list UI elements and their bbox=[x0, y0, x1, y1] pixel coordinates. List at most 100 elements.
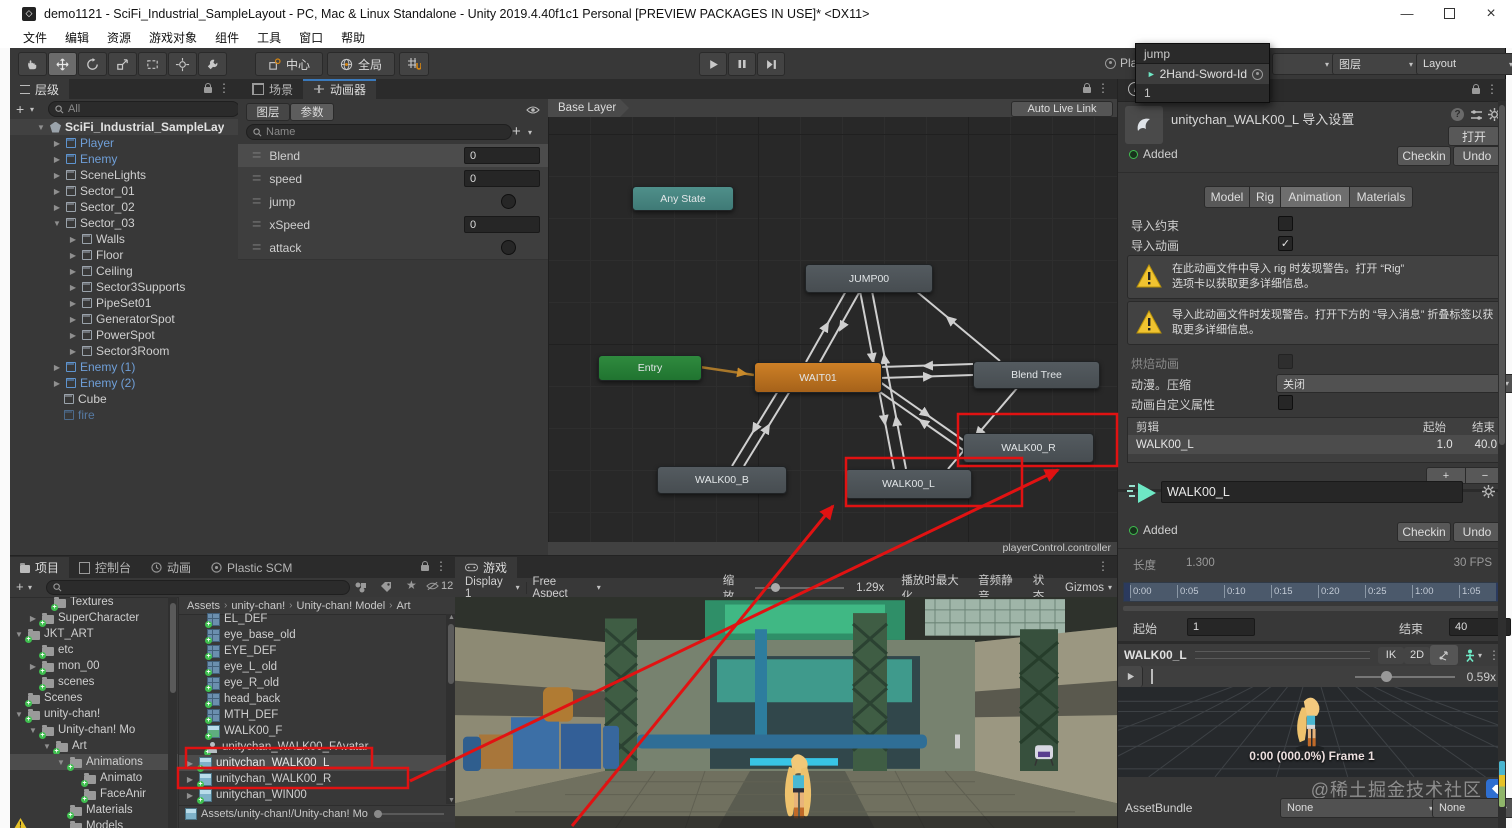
folder-row-scenes-sub[interactable]: + scenes bbox=[10, 674, 178, 691]
hidden-packages-count[interactable]: 12 bbox=[426, 580, 453, 592]
help-icon[interactable]: ? bbox=[1451, 108, 1464, 121]
tab-plastic-scm[interactable]: Plastic SCM bbox=[201, 557, 303, 578]
tab-console[interactable]: 控制台 bbox=[69, 557, 142, 578]
attack-trigger-radio[interactable] bbox=[501, 240, 516, 255]
tab-animation[interactable]: 动画 bbox=[141, 557, 202, 578]
checkin-button[interactable]: Checkin bbox=[1397, 146, 1451, 166]
hierarchy-row-scenelights[interactable]: ▶ SceneLights bbox=[10, 167, 238, 183]
menu-edit[interactable]: 编辑 bbox=[56, 29, 98, 46]
hidden-dropdown[interactable]: ▾ bbox=[1272, 53, 1336, 75]
step-button[interactable] bbox=[757, 52, 785, 76]
asset-row-eye-l-old[interactable]: + eye_L_old bbox=[179, 659, 455, 676]
preview-play-button[interactable] bbox=[1118, 666, 1143, 687]
space-toggle-button[interactable]: 全局 bbox=[327, 52, 395, 76]
breadcrumb-base-layer[interactable]: Base Layer bbox=[548, 99, 621, 117]
list-scrollbar[interactable]: ▲ ▼ bbox=[446, 614, 455, 804]
create-caret-icon[interactable]: ▾ bbox=[30, 105, 34, 114]
grid-snap-icon[interactable] bbox=[399, 52, 429, 76]
parameter-row[interactable]: = jump bbox=[238, 190, 548, 214]
presets-icon[interactable] bbox=[1470, 109, 1483, 121]
asset-row-eye-def[interactable]: + EYE_DEF bbox=[179, 643, 455, 660]
hierarchy-row-powerspot[interactable]: ▶ PowerSpot bbox=[10, 327, 238, 343]
folder-row-jkt-art[interactable]: ▼ + JKT_ART bbox=[10, 626, 178, 643]
tab-rig[interactable]: Rig bbox=[1250, 186, 1281, 208]
account-button[interactable]: Pla bbox=[1105, 56, 1137, 70]
display-dropdown[interactable]: Display 1 ▾ bbox=[455, 576, 526, 600]
auto-live-link-button[interactable]: Auto Live Link bbox=[1011, 100, 1113, 117]
scale-tool-icon[interactable] bbox=[108, 52, 137, 76]
filter-by-label-icon[interactable] bbox=[380, 581, 392, 593]
move-tool-icon[interactable] bbox=[48, 52, 77, 76]
hierarchy-row-floor[interactable]: ▶ Floor bbox=[10, 247, 238, 263]
checkin-button[interactable]: Checkin bbox=[1397, 522, 1451, 542]
maximize-button[interactable] bbox=[1428, 8, 1470, 19]
timeline-scrollbar[interactable] bbox=[1123, 606, 1501, 611]
parameters-tab-button[interactable]: 参数 bbox=[290, 103, 334, 121]
tab-model[interactable]: Model bbox=[1204, 186, 1250, 208]
preview-speed-slider[interactable] bbox=[1354, 671, 1455, 682]
aspect-dropdown[interactable]: Free Aspect ▾ bbox=[527, 576, 607, 600]
asset-row-eye-r-old[interactable]: + eye_R_old bbox=[179, 675, 455, 692]
play-button[interactable] bbox=[699, 52, 727, 76]
parameter-row[interactable]: = attack bbox=[238, 236, 548, 260]
assetbundle-dropdown[interactable]: None ▾ bbox=[1280, 798, 1440, 818]
preview-viewport[interactable]: 0:00 (000.0%) Frame 1 bbox=[1118, 687, 1506, 777]
hierarchy-row-pipeset01[interactable]: ▶ PipeSet01 bbox=[10, 295, 238, 311]
preview-scrub-cursor[interactable] bbox=[1151, 669, 1153, 684]
lock-icon[interactable] bbox=[204, 83, 212, 93]
state-node-blend-tree[interactable]: Blend Tree bbox=[973, 361, 1100, 389]
tab-animator[interactable]: 动画器 bbox=[303, 79, 377, 99]
folder-row-faceanim[interactable]: + FaceAnir bbox=[10, 786, 178, 803]
filter-by-type-icon[interactable] bbox=[354, 581, 367, 593]
start-field[interactable]: 1 bbox=[1187, 618, 1255, 636]
custom-tool-icon[interactable] bbox=[198, 52, 227, 76]
asset-row-win00[interactable]: ▶ + unitychan_WIN00 bbox=[179, 787, 455, 804]
gizmos-dropdown[interactable]: Gizmos ▾ bbox=[1060, 582, 1117, 594]
folder-row-animators[interactable]: + Animato bbox=[10, 770, 178, 787]
state-node-entry[interactable]: Entry bbox=[598, 355, 702, 381]
preview-drag-lines[interactable] bbox=[1194, 651, 1370, 659]
asset-row-mth-def[interactable]: + MTH_DEF bbox=[179, 707, 455, 724]
menu-tools[interactable]: 工具 bbox=[248, 29, 290, 46]
2d-toggle-button[interactable]: 2D bbox=[1403, 646, 1430, 664]
menu-assets[interactable]: 资源 bbox=[98, 29, 140, 46]
folder-row-unity-chan[interactable]: ▼ + unity-chan! bbox=[10, 706, 178, 723]
create-button[interactable]: + bbox=[16, 101, 24, 117]
hierarchy-row-enemy2[interactable]: ▶Enemy (2)› bbox=[10, 375, 238, 391]
hierarchy-row-enemy1[interactable]: ▶Enemy (1)› bbox=[10, 359, 238, 375]
clips-table-row[interactable]: WALK00_L 1.0 40.0 bbox=[1127, 435, 1506, 455]
layers-dropdown[interactable]: 图层 ▾ bbox=[1332, 53, 1420, 75]
thumbnail-size-slider[interactable] bbox=[373, 810, 444, 818]
blend-value-field[interactable]: 0 bbox=[464, 147, 540, 164]
game-viewport[interactable] bbox=[455, 597, 1117, 828]
add-parameter-button[interactable]: + bbox=[512, 123, 521, 140]
state-node-walk00-r[interactable]: WALK00_R bbox=[963, 433, 1094, 463]
hierarchy-row-sector01[interactable]: ▶ Sector_01 bbox=[10, 183, 238, 199]
menu-gameobject[interactable]: 游戏对象 bbox=[140, 29, 206, 46]
tab-hierarchy[interactable]: 层级 bbox=[10, 79, 70, 99]
tab-project[interactable]: 项目 bbox=[10, 557, 70, 578]
layers-tab-button[interactable]: 图层 bbox=[246, 103, 290, 121]
add-parameter-caret-icon[interactable]: ▾ bbox=[528, 128, 532, 137]
lock-icon[interactable] bbox=[1472, 84, 1480, 94]
layout-dropdown[interactable]: Layout ▾ bbox=[1416, 53, 1512, 75]
ik-toggle-button[interactable]: IK bbox=[1377, 646, 1404, 664]
pivot-gizmo-button[interactable] bbox=[1429, 645, 1458, 665]
undo-button[interactable]: Undo bbox=[1453, 522, 1501, 542]
state-node-walk00-b[interactable]: WALK00_B bbox=[657, 466, 787, 494]
create-caret-icon[interactable]: ▾ bbox=[28, 583, 32, 592]
hierarchy-row-cube[interactable]: Cube bbox=[10, 391, 238, 407]
hierarchy-row-ceiling[interactable]: ▶ Ceiling bbox=[10, 263, 238, 279]
asset-row-walk00-favatar[interactable]: + unitychan_WALK00_FAvatar bbox=[179, 739, 455, 756]
hierarchy-row-enemy[interactable]: ▶Enemy› bbox=[10, 151, 238, 167]
menu-component[interactable]: 组件 bbox=[206, 29, 248, 46]
lock-icon[interactable] bbox=[421, 561, 429, 571]
menu-file[interactable]: 文件 bbox=[14, 29, 56, 46]
folder-row-mon00[interactable]: ▶ + mon_00 bbox=[10, 658, 178, 675]
minimize-button[interactable]: — bbox=[1386, 6, 1428, 21]
asset-row-walk00-l[interactable]: ▶ + unitychan_WALK00_L bbox=[179, 755, 455, 772]
avatar-preview-button[interactable]: ▾ bbox=[1458, 649, 1488, 662]
inspector-scrollbar[interactable] bbox=[1498, 101, 1506, 828]
folder-row-art[interactable]: ▼ + Art bbox=[10, 738, 178, 755]
popup-row-jump[interactable]: jump bbox=[1136, 44, 1269, 64]
